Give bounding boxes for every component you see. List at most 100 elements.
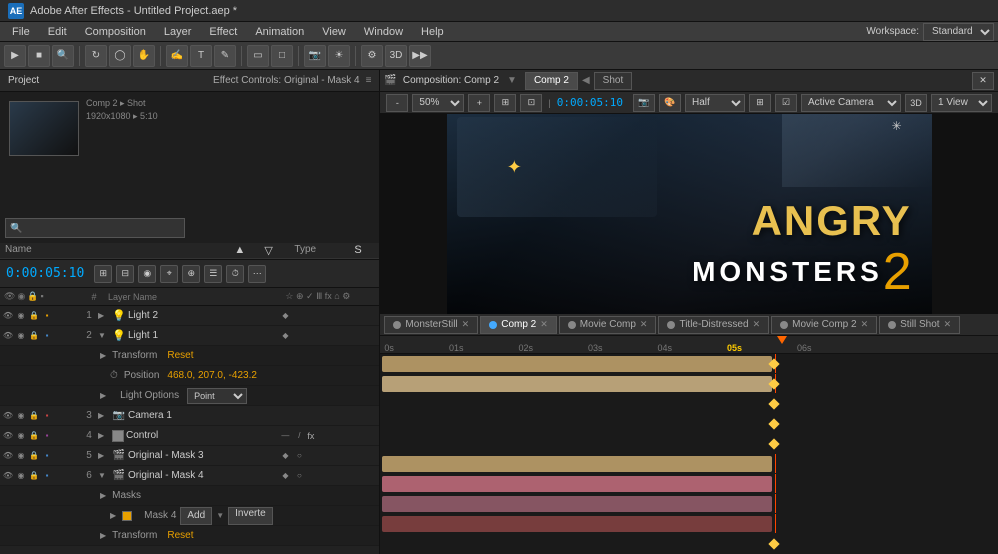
lc-6-1[interactable]: ◆	[279, 470, 291, 482]
keyframe-mask1[interactable]	[769, 538, 780, 549]
comp-tab-comp2[interactable]: Comp 2	[525, 72, 578, 90]
mask-add-btn[interactable]: Add	[180, 507, 212, 525]
layer-3-expand[interactable]: ▶	[98, 411, 110, 420]
tab-close-1[interactable]: ✕	[462, 319, 470, 330]
lc-4-2[interactable]: /	[293, 430, 305, 442]
layer-5-expand[interactable]: ▶	[98, 451, 110, 460]
eye-sw-3[interactable]: 👁	[2, 410, 14, 422]
transform-reset[interactable]: Reset	[167, 350, 193, 361]
lc-5-1[interactable]: ◆	[279, 450, 291, 462]
tl-duration-btn[interactable]: ⏱	[226, 265, 244, 283]
light-options-type[interactable]: Point Spot Ambient	[187, 388, 247, 404]
project-search-input[interactable]	[5, 218, 185, 238]
eye-sw-4[interactable]: 👁	[2, 430, 14, 442]
lock-sw-5[interactable]: 🔒	[28, 450, 40, 462]
lock-sw-3[interactable]: 🔒	[28, 410, 40, 422]
keyframe-sub3[interactable]	[769, 438, 780, 449]
toolbar-orbit-btn[interactable]: ◯	[109, 45, 131, 67]
toolbar-rotate-btn[interactable]: ↻	[85, 45, 107, 67]
project-tab-label[interactable]: Project	[8, 75, 39, 86]
toolbar-shape-btn[interactable]: ▭	[247, 45, 269, 67]
layer-row-3[interactable]: 👁 ◉ 🔒 ▪ 3 ▶ 📷 Camera 1	[0, 406, 379, 426]
layer-1-expand[interactable]: ▶	[98, 311, 110, 320]
toolbar-preview-btn[interactable]: ▶▶	[409, 45, 431, 67]
lc-1-1[interactable]: ◆	[279, 310, 291, 322]
lc-5-2[interactable]: ○	[293, 450, 305, 462]
tl-tab-monsterstill[interactable]: MonsterStill ✕	[384, 316, 478, 334]
quality-select[interactable]: Half Full Quarter	[685, 94, 745, 112]
menu-effect[interactable]: Effect	[201, 24, 245, 40]
lc-2-1[interactable]: ◆	[279, 330, 291, 342]
comp-image[interactable]: ✦ ✳ ANGRY MONSTERS 2	[447, 114, 932, 314]
position-value[interactable]: 468.0, 207.0, -423.2	[159, 370, 257, 381]
layer-6-expand[interactable]: ▼	[98, 471, 110, 480]
layer-row-4[interactable]: 👁 ◉ 🔒 ▪ 4 ▶ Control — / fx	[0, 426, 379, 446]
menu-file[interactable]: File	[4, 24, 38, 40]
toolbar-light-btn[interactable]: ☀	[328, 45, 350, 67]
toggle-transparency-btn[interactable]: ☑	[775, 94, 797, 112]
tl-lock-btn[interactable]: ⊕	[182, 265, 200, 283]
toolbar-pan-btn[interactable]: ✋	[133, 45, 155, 67]
toolbar-text-btn[interactable]: T	[190, 45, 212, 67]
tab-close-2[interactable]: ✕	[540, 319, 548, 330]
menu-view[interactable]: View	[314, 24, 354, 40]
effect-controls-tab[interactable]: Effect Controls: Original - Mask 4	[213, 75, 360, 86]
fit-btn[interactable]: ⊞	[494, 94, 516, 112]
lock-sw-4[interactable]: 🔒	[28, 430, 40, 442]
label-sw-3[interactable]: ▪	[41, 410, 53, 422]
color-btn[interactable]: 🎨	[659, 94, 681, 112]
toolbar-3d-btn[interactable]: 3D	[385, 45, 407, 67]
layer-row-5[interactable]: 👁 ◉ 🔒 ▪ 5 ▶ 🎬 Original - Mask 3 ◆ ○	[0, 446, 379, 466]
eye-sw-1[interactable]: 👁	[2, 310, 14, 322]
zoom-select[interactable]: 50% 100% 25%	[412, 94, 464, 112]
camera-select[interactable]: Active Camera Camera 1	[801, 94, 901, 112]
solo-sw-1[interactable]: ◉	[15, 310, 27, 322]
zoom-in-btn[interactable]: +	[468, 94, 490, 112]
solo-sw-3[interactable]: ◉	[15, 410, 27, 422]
tl-guide-btn[interactable]: ⌖	[160, 265, 178, 283]
label-sw-2[interactable]: ▪	[41, 330, 53, 342]
layer-row-1[interactable]: 👁 ◉ 🔒 ▪ 1 ▶ 💡 Light 2 ◆	[0, 306, 379, 326]
solo-sw-6[interactable]: ◉	[15, 470, 27, 482]
tab-close-6[interactable]: ✕	[944, 319, 952, 330]
3d-view-btn[interactable]: 3D	[905, 94, 927, 112]
zoom-out-btn[interactable]: -	[386, 94, 408, 112]
toolbar-pen-btn[interactable]: ✍	[166, 45, 188, 67]
menu-composition[interactable]: Composition	[77, 24, 154, 40]
tl-graph-btn[interactable]: ⋯	[248, 265, 266, 283]
layer-4-expand[interactable]: ▶	[98, 431, 110, 440]
eye-sw-5[interactable]: 👁	[2, 450, 14, 462]
layer-2-expand[interactable]: ▼	[98, 331, 110, 340]
add-dropdown[interactable]: ▼	[216, 511, 224, 520]
workspace-select[interactable]: Standard	[923, 23, 994, 41]
lock-sw-6[interactable]: 🔒	[28, 470, 40, 482]
eye-sw-6[interactable]: 👁	[2, 470, 14, 482]
view-options-btn[interactable]: ⊞	[749, 94, 771, 112]
keyframe-sub1[interactable]	[769, 398, 780, 409]
tl-tab-title-distressed[interactable]: Title-Distressed ✕	[658, 316, 769, 334]
label-sw-6[interactable]: ▪	[41, 470, 53, 482]
layer-row-6[interactable]: 👁 ◉ 🔒 ▪ 6 ▼ 🎬 Original - Mask 4 ◆ ○	[0, 466, 379, 486]
solo-sw-2[interactable]: ◉	[15, 330, 27, 342]
label-sw-4[interactable]: ▪	[41, 430, 53, 442]
toolbar-brush-btn[interactable]: ✎	[214, 45, 236, 67]
toolbar-mask-btn[interactable]: □	[271, 45, 293, 67]
tab-close-3[interactable]: ✕	[640, 319, 648, 330]
position-stopwatch[interactable]: ⏱	[110, 370, 118, 381]
eye-sw-2[interactable]: 👁	[2, 330, 14, 342]
mask4-expand[interactable]: ▶	[110, 511, 116, 520]
toolbar-snap-btn[interactable]: ⚙	[361, 45, 383, 67]
tl-comment-btn[interactable]: ☰	[204, 265, 222, 283]
tab-close-5[interactable]: ✕	[861, 319, 869, 330]
lc-4-1[interactable]: —	[279, 430, 291, 442]
menu-help[interactable]: Help	[413, 24, 452, 40]
toolbar-move-btn[interactable]: ■	[28, 45, 50, 67]
lock-sw-2[interactable]: 🔒	[28, 330, 40, 342]
menu-window[interactable]: Window	[356, 24, 411, 40]
lock-sw-1[interactable]: 🔒	[28, 310, 40, 322]
toolbar-zoom-btn[interactable]: 🔍	[52, 45, 74, 67]
safe-btn[interactable]: ⊡	[520, 94, 542, 112]
tl-solo-btn[interactable]: ◉	[138, 265, 156, 283]
solo-sw-5[interactable]: ◉	[15, 450, 27, 462]
tl-tab-moviecomp2[interactable]: Movie Comp 2 ✕	[771, 316, 877, 334]
